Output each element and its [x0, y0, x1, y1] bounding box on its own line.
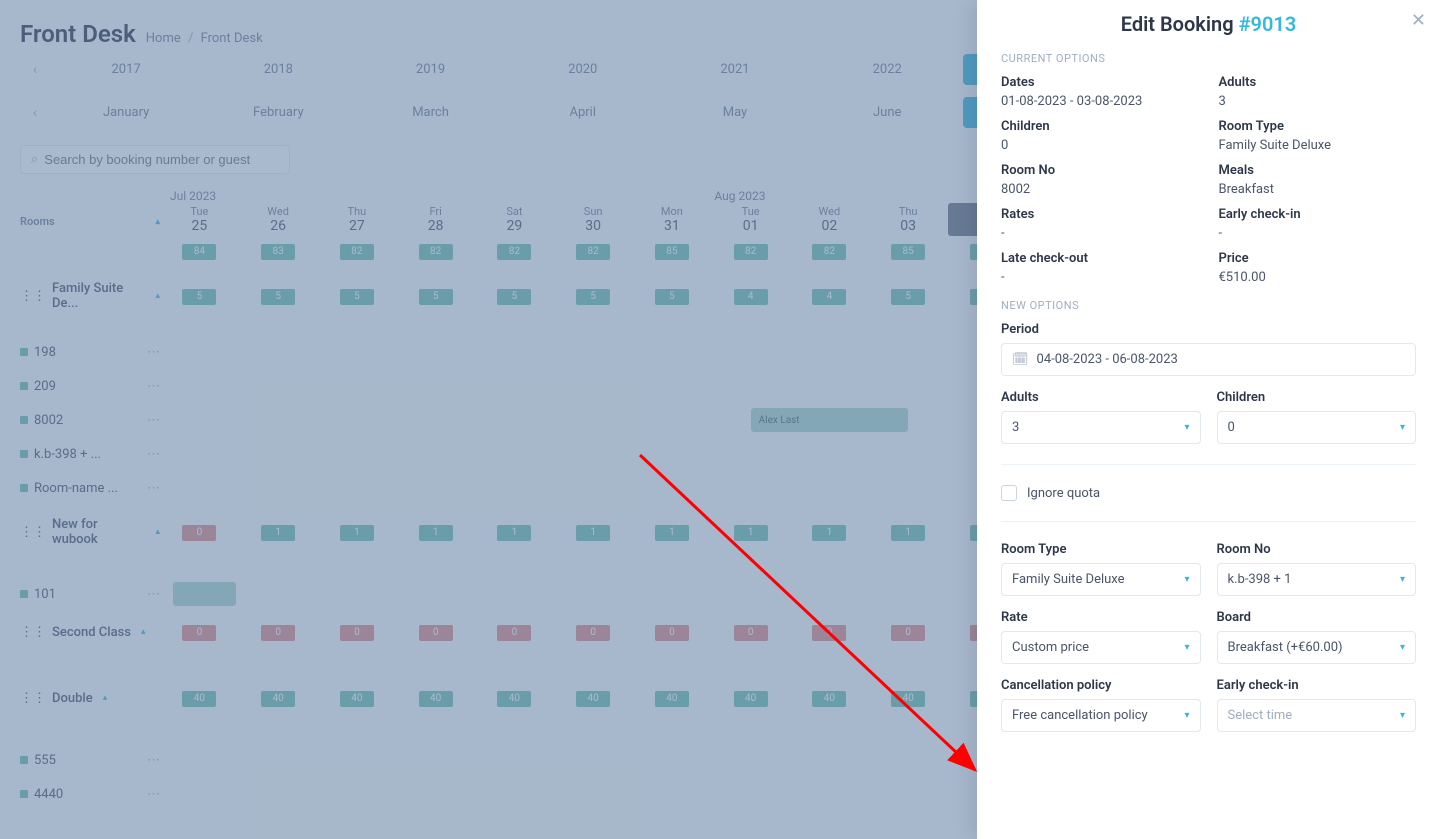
current-rates: - — [1001, 226, 1199, 241]
edit-booking-panel: ✕ Edit Booking #9013 CURRENT OPTIONS Dat… — [977, 0, 1440, 839]
chevron-down-icon: ▾ — [1400, 642, 1405, 653]
chevron-down-icon: ▾ — [1184, 422, 1189, 433]
cancellation-policy-select[interactable]: Free cancellation policy▾ — [1001, 699, 1201, 732]
chevron-down-icon: ▾ — [1184, 642, 1189, 653]
current-dates: 01-08-2023 - 03-08-2023 — [1001, 94, 1199, 109]
panel-title: Edit Booking #9013 — [1001, 12, 1416, 36]
period-field[interactable]: 🗓04-08-2023 - 06-08-2023 — [1001, 343, 1416, 376]
current-adults: 3 — [1219, 94, 1417, 109]
chevron-down-icon: ▾ — [1184, 574, 1189, 585]
roomtype-select[interactable]: Family Suite Deluxe▾ — [1001, 563, 1201, 596]
current-meals: Breakfast — [1219, 182, 1417, 197]
booking-number: #9013 — [1239, 12, 1297, 36]
section-new-label: NEW OPTIONS — [1001, 299, 1416, 312]
earlyin-select[interactable]: Select time▾ — [1217, 699, 1417, 732]
chevron-down-icon: ▾ — [1400, 710, 1405, 721]
board-select[interactable]: Breakfast (+€60.00)▾ — [1217, 631, 1417, 664]
rate-select[interactable]: Custom price▾ — [1001, 631, 1201, 664]
current-price: €510.00 — [1219, 270, 1417, 285]
chevron-down-icon: ▾ — [1400, 422, 1405, 433]
current-roomtype: Family Suite Deluxe — [1219, 138, 1417, 153]
current-roomno: 8002 — [1001, 182, 1199, 197]
section-current-label: CURRENT OPTIONS — [1001, 52, 1416, 65]
children-select[interactable]: 0▾ — [1217, 411, 1417, 444]
close-icon[interactable]: ✕ — [1411, 10, 1426, 31]
current-earlyin: - — [1219, 226, 1417, 241]
adults-select[interactable]: 3▾ — [1001, 411, 1201, 444]
ignore-quota-checkbox[interactable]: Ignore quota — [1001, 485, 1416, 501]
chevron-down-icon: ▾ — [1400, 574, 1405, 585]
calendar-icon: 🗓 — [1012, 352, 1029, 367]
roomno-select[interactable]: k.b-398 + 1▾ — [1217, 563, 1417, 596]
current-lateout: - — [1001, 270, 1199, 285]
current-children: 0 — [1001, 138, 1199, 153]
chevron-down-icon: ▾ — [1184, 710, 1189, 721]
